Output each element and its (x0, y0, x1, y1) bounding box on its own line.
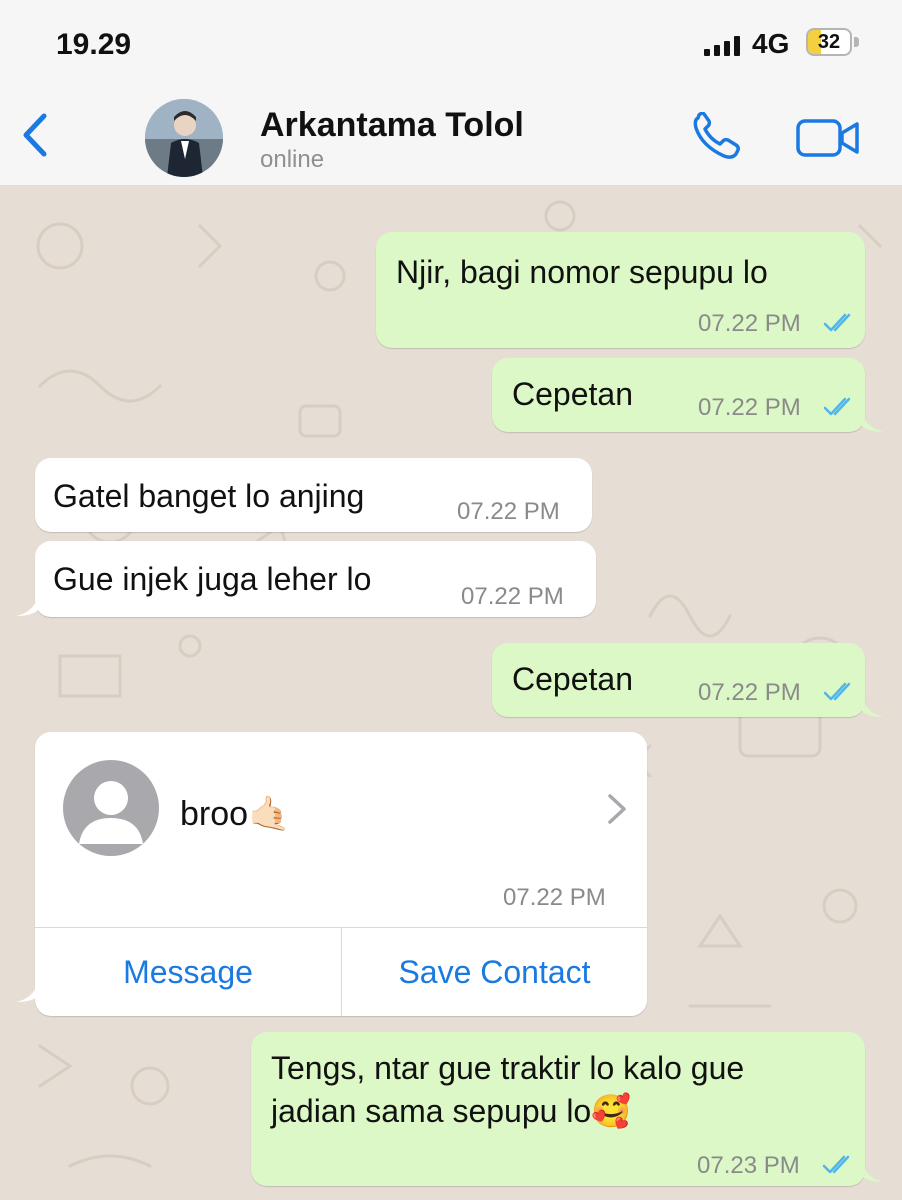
outgoing-message[interactable]: Cepetan 07.22 PM (492, 643, 865, 717)
message-text-line-2: jadian sama sepupu lo🥰 (271, 1093, 632, 1129)
chat-area[interactable]: Njir, bagi nomor sepupu lo 07.22 PM Cepe… (0, 186, 902, 1200)
bubble-tail (862, 412, 884, 432)
incoming-message[interactable]: Gue injek juga leher lo 07.22 PM (35, 541, 596, 617)
message-time: 07.22 PM (698, 394, 801, 421)
message-time: 07.23 PM (697, 1152, 800, 1179)
contact-avatar[interactable] (145, 99, 223, 177)
message-text: Gatel banget lo anjing (53, 478, 365, 514)
status-time: 19.29 (56, 28, 132, 61)
message-text: Njir, bagi nomor sepupu lo (396, 254, 768, 290)
battery-percentage: 32 (817, 31, 841, 53)
message-text: Cepetan (512, 661, 633, 697)
message-time: 07.22 PM (698, 310, 801, 337)
voice-call-icon[interactable] (690, 112, 744, 162)
message-contact-button[interactable]: Message (35, 928, 341, 1016)
bubble-tail (862, 1162, 884, 1182)
shared-contact-name: broo🤙🏻 (180, 795, 291, 833)
chevron-right-icon[interactable] (605, 792, 629, 826)
network-type: 4G (752, 28, 790, 59)
battery-icon: 32 (806, 28, 852, 56)
bubble-tail (862, 697, 884, 717)
chat-header: Arkantama Tolol online (0, 90, 902, 186)
read-receipt-ticks-icon (823, 397, 851, 416)
message-time: 07.22 PM (461, 583, 564, 610)
contact-status: online (260, 146, 325, 173)
cellular-signal-icon (704, 36, 740, 56)
incoming-message[interactable]: Gatel banget lo anjing 07.22 PM (35, 458, 592, 532)
message-text: Cepetan (512, 376, 633, 412)
message-text-line-1: Tengs, ntar gue traktir lo kalo gue (271, 1050, 745, 1086)
default-avatar-icon (63, 760, 159, 856)
battery-cap (854, 37, 859, 47)
outgoing-message[interactable]: Cepetan 07.22 PM (492, 358, 865, 432)
save-contact-button[interactable]: Save Contact (342, 928, 647, 1016)
status-bar: 19.29 4G 32 (0, 0, 902, 90)
video-call-icon[interactable] (796, 118, 860, 158)
contact-name[interactable]: Arkantama Tolol (260, 106, 524, 145)
read-receipt-ticks-icon (823, 313, 851, 332)
message-time: 07.22 PM (457, 498, 560, 525)
message-time: 07.22 PM (698, 679, 801, 706)
contact-card-header[interactable]: broo🤙🏻 07.22 PM (35, 732, 647, 927)
read-receipt-ticks-icon (823, 682, 851, 701)
bubble-tail (16, 982, 38, 1002)
message-text: Gue injek juga leher lo (53, 561, 372, 597)
back-chevron-icon[interactable] (16, 110, 56, 160)
outgoing-message[interactable]: Tengs, ntar gue traktir lo kalo gue jadi… (251, 1032, 865, 1186)
avatar-photo (145, 99, 223, 177)
message-time: 07.22 PM (503, 884, 606, 911)
outgoing-message[interactable]: Njir, bagi nomor sepupu lo 07.22 PM (376, 232, 865, 348)
shared-contact-card[interactable]: broo🤙🏻 07.22 PM Message Save Contact (35, 732, 647, 1016)
bubble-tail (16, 596, 38, 616)
read-receipt-ticks-icon (822, 1155, 850, 1174)
